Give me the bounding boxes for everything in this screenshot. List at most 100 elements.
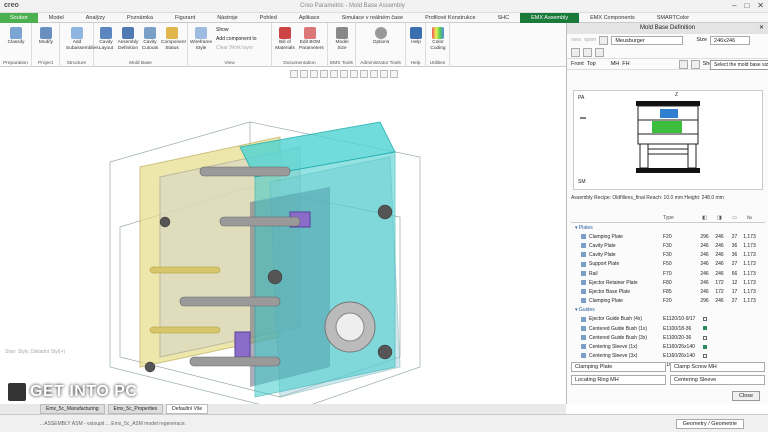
table-row[interactable]: Ejector Guide Bush (4x) E1120/10-9/17 [571,315,765,324]
new-button[interactable]: new [571,37,581,43]
load-icon[interactable] [571,47,580,57]
tab-applications[interactable]: Aplikace [288,13,331,23]
save-icon[interactable] [599,35,609,45]
tab-emx-assembly[interactable]: EMX Assembly [520,13,580,23]
print-icon[interactable] [678,59,688,69]
close-icon[interactable]: ✕ [759,23,764,34]
model-tab[interactable]: Emx_5c_Properties [107,404,164,414]
clear-work-layer-button[interactable]: Clear Work layer [216,44,257,53]
delete-icon[interactable] [595,47,604,57]
tab-smartcolor[interactable]: SMARTColor [646,13,700,23]
table-row[interactable]: Cavity Plate F30 246 246 36 1.173 [571,241,765,250]
tab-simulation[interactable]: Simulace v reálném čase [331,13,414,23]
status-cell [697,344,712,350]
zoom-in-icon[interactable] [300,70,308,78]
mh-button[interactable]: MH [611,61,620,67]
close-button[interactable]: Close [731,391,760,401]
orient-icon[interactable] [330,70,338,78]
size-select[interactable]: 246x246 [710,35,751,45]
saved-views-icon[interactable] [340,70,348,78]
table-row[interactable]: Support Plate F50 246 246 27 1.173 [571,260,765,269]
group-documentation: Bill of Materials Edit BOM Parameters Do… [272,23,328,67]
model-tab[interactable]: Emx_5c_Manufacturing [40,404,105,414]
tab-tools[interactable]: Nástroje [206,13,248,23]
close-icon[interactable]: ✕ [757,1,764,10]
component-select[interactable]: Locating Ring MH [571,375,666,385]
graphics-viewport[interactable] [0,67,566,420]
table-row[interactable]: Clamping Plate F20 296 246 27 1.173 [571,232,765,241]
components-table: Type ◧ ◨ ▭ № ▾ Plates Clamping Plate F20 296 24… [571,214,765,370]
help-button[interactable]: Help [405,25,427,46]
annotation-display-icon[interactable] [390,70,398,78]
mold-preview[interactable]: PA SM Z [573,90,763,190]
show-dropdown[interactable]: Show [216,26,257,35]
mold-assembly-model[interactable] [0,67,566,420]
model-size-button[interactable]: Model Size [331,25,353,51]
fh-button[interactable]: FH [622,61,629,67]
tab-analysis[interactable]: Analýzy [75,13,116,23]
modify-button[interactable]: Modify [35,25,57,46]
add-component-to-dropdown[interactable]: Add component to [216,35,257,44]
refresh-icon[interactable] [583,47,592,57]
status-cell [697,353,712,359]
component-width: 246 [700,279,709,286]
plates-category[interactable]: ▾ Plates [571,223,765,232]
component-select[interactable]: Clamp Screw MH [670,362,765,372]
tab-shc[interactable]: SHC [487,13,521,23]
maximize-icon[interactable]: □ [744,1,749,10]
repaint-icon[interactable] [320,70,328,78]
tab-profile[interactable]: Profilové Konstrukce [414,13,486,23]
guides-category[interactable]: ▾ Guides [571,306,765,315]
edit-bom-parameters-button[interactable]: Edit BOM Parameters [299,25,324,51]
open-button[interactable]: open [584,37,596,43]
tab-annotate[interactable]: Poznámka [116,13,164,23]
cavity-cutouts-button[interactable]: Cavity Cutouts [139,25,161,51]
plates-list: Clamping Plate F20 296 246 27 1.173 Cavity Pla… [571,232,765,306]
component-name: Support Plate [571,261,663,267]
table-row[interactable]: Rail F70 246 246 66 1.173 [571,269,765,278]
table-row[interactable]: Centered Guide Bush (1x) E1100/18-36 [571,324,765,333]
component-select[interactable]: Centering Sleeve [670,375,765,385]
color-coding-button[interactable]: Color Coding [427,25,449,51]
component-width: 296 [700,233,709,240]
model-tab[interactable]: Defaultní Vše [166,404,209,414]
zoom-out-icon[interactable] [310,70,318,78]
component-name: Clamping Plate [571,298,663,304]
assembly-definition-button[interactable]: Assembly Definition [117,25,139,51]
minimize-icon[interactable]: – [732,1,736,10]
tab-file[interactable]: Soubor [0,13,38,23]
zoom-fit-icon[interactable] [290,70,298,78]
show-cavity-checkbox[interactable] [690,59,700,69]
view-toolbar [290,70,398,78]
tab-view[interactable]: Pohled [249,13,288,23]
tab-model[interactable]: Model [38,13,75,23]
table-row[interactable]: Cavity Plate F30 246 246 36 1.173 [571,251,765,260]
component-material: 1.173 [743,288,756,295]
cavity-layout-button[interactable]: Cavity Layout [95,25,117,51]
table-row[interactable]: Ejector Retainer Plate F80 246 172 12 1.173 [571,278,765,287]
component-status-button[interactable]: Component Status [161,25,186,51]
tab-emx-components[interactable]: EMX Components [579,13,646,23]
classify-icon [10,27,22,39]
wireframe-style-button[interactable]: Wireframe Style [190,25,212,51]
selection-filter[interactable]: Geometry / Geometrie [675,419,744,429]
component-select[interactable]: Clamping Plate [571,362,666,372]
table-row[interactable]: Ejector Base Plate F85 246 172 17 1.173 [571,287,765,296]
vendor-select[interactable]: Meusburger [611,35,684,45]
tab-figurant[interactable]: Figurant [164,13,206,23]
datum-display-icon[interactable] [370,70,378,78]
classify-button[interactable]: Classify [5,25,27,46]
table-row[interactable]: Centering Sleeve (3x) E1160/26x140 [571,352,765,361]
front-view-button[interactable]: Front [571,61,584,67]
options-button[interactable]: Options [370,25,392,46]
spin-center-icon[interactable] [380,70,388,78]
top-view-button[interactable]: Top [587,61,596,67]
bill-of-materials-button[interactable]: Bill of Materials [274,25,296,51]
help-icon [410,27,422,39]
table-row[interactable]: Centered Guide Bush (3x) E1100/20-36 [571,333,765,342]
table-row[interactable]: Centering Sleeve (1x) E1160/26x140 [571,342,765,351]
section-icon[interactable] [360,70,368,78]
display-style-icon[interactable] [350,70,358,78]
add-subassemblies-button[interactable]: Add Subassemblies [66,25,99,51]
table-row[interactable]: Clamping Plate F20 296 246 27 1.173 [571,297,765,306]
